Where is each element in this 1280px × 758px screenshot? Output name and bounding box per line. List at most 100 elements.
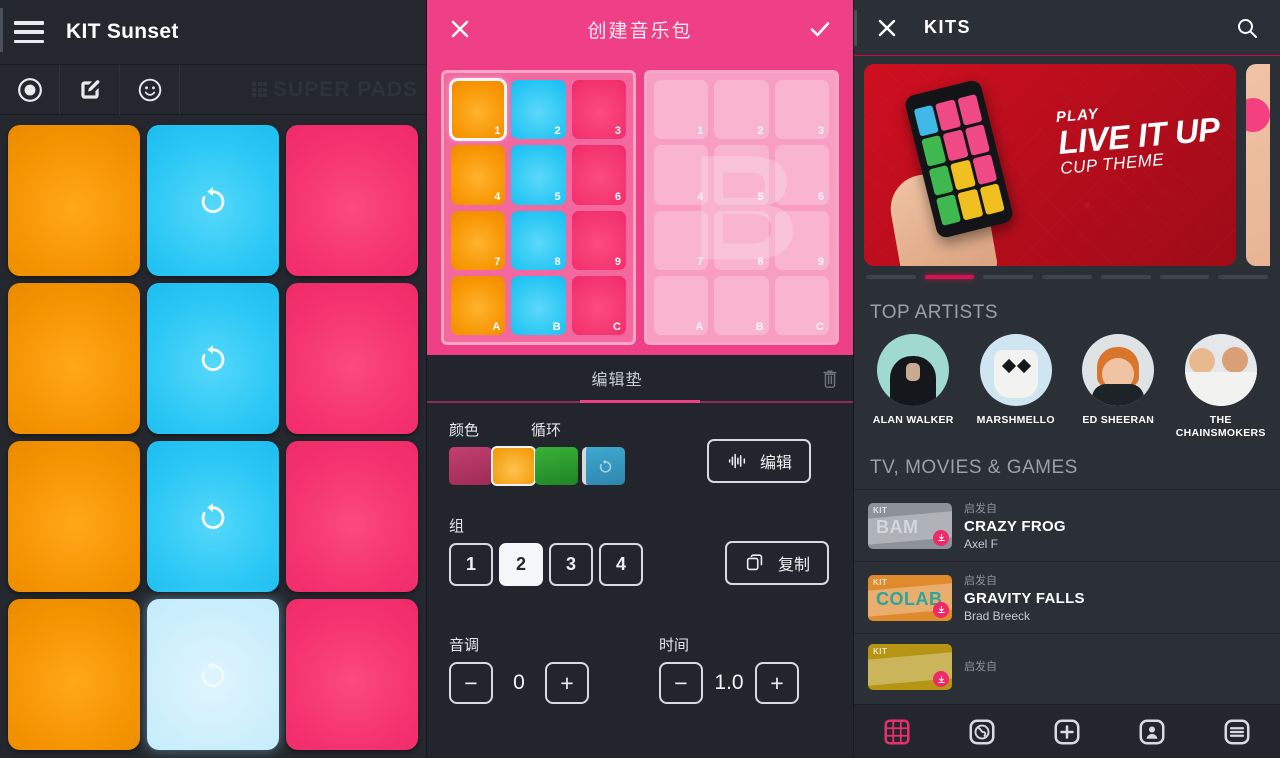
pad-B[interactable] xyxy=(147,599,279,750)
carousel-dot-3[interactable] xyxy=(983,275,1034,279)
pack-pad-b-3[interactable]: 3 xyxy=(774,80,829,140)
nav-list-menu-button[interactable] xyxy=(1217,714,1257,750)
pack-pad-number: 4 xyxy=(494,190,501,203)
group-button-4[interactable]: 4 xyxy=(599,543,643,586)
artist-card-2[interactable]: MARSHMELLO xyxy=(969,334,1063,439)
artist-name: THE CHAINSMOKERS xyxy=(1175,414,1266,439)
pad-1[interactable] xyxy=(8,125,140,276)
kit-list-item[interactable]: KIT 启发自 xyxy=(854,633,1280,700)
pad-3[interactable] xyxy=(286,125,418,276)
carousel-dot-6[interactable] xyxy=(1159,275,1210,279)
edit-sound-button[interactable]: 编辑 xyxy=(707,439,811,483)
pack-pad-number: 4 xyxy=(697,190,704,203)
color-swatch-green[interactable] xyxy=(535,447,578,485)
featured-banner[interactable]: PLAY LIVE IT UP CUP THEME xyxy=(864,64,1236,266)
pad-2[interactable] xyxy=(147,125,279,276)
pack-pad-b-2[interactable]: 2 xyxy=(714,80,769,140)
pack-pad-number: 3 xyxy=(817,125,824,138)
kit-list-item[interactable]: KIT COLAB 启发自 GRAVITY FALLS Brad Breeck xyxy=(854,561,1280,633)
pitch-stepper: − 0 + xyxy=(449,662,589,704)
pad-9[interactable] xyxy=(286,441,418,592)
pack-pad-b-4[interactable]: 4 xyxy=(654,145,709,205)
pack-pad-b-8[interactable]: 8 xyxy=(714,210,769,270)
edit-button[interactable] xyxy=(60,64,120,115)
pad-6[interactable] xyxy=(286,283,418,434)
artist-card-3[interactable]: ED SHEERAN xyxy=(1071,334,1165,439)
pitch-plus-button[interactable]: + xyxy=(545,662,589,704)
pack-pad-a-2[interactable]: 2 xyxy=(511,80,566,140)
group-button-3[interactable]: 3 xyxy=(549,543,593,586)
close-x-icon xyxy=(451,20,469,38)
kit-list-item[interactable]: KIT BAM 启发自 CRAZY FROG Axel F xyxy=(854,489,1280,561)
next-banner-peek[interactable] xyxy=(1246,64,1270,266)
nav-plus-button[interactable] xyxy=(1047,714,1087,750)
group-button-2[interactable]: 2 xyxy=(499,543,543,586)
artist-card-1[interactable]: ALAN WALKER xyxy=(866,334,960,439)
pad-C[interactable] xyxy=(286,599,418,750)
pad-5[interactable] xyxy=(147,283,279,434)
group-button-1[interactable]: 1 xyxy=(449,543,493,586)
close-button[interactable] xyxy=(445,14,475,44)
time-minus-button[interactable]: − xyxy=(659,662,703,704)
tab-edit-pad[interactable]: 编辑垫 xyxy=(427,366,807,390)
pack-pad-b-A[interactable]: A xyxy=(654,275,709,335)
pack-pad-b-1[interactable]: 1 xyxy=(654,80,709,140)
pack-pad-b-C[interactable]: C xyxy=(774,275,829,335)
pack-pad-b-6[interactable]: 6 xyxy=(774,145,829,205)
pad-A[interactable] xyxy=(8,599,140,750)
pitch-minus-button[interactable]: − xyxy=(449,662,493,704)
pack-pad-a-C[interactable]: C xyxy=(571,275,626,335)
nav-pads-grid-button[interactable] xyxy=(877,714,917,750)
pack-pad-b-5[interactable]: 5 xyxy=(714,145,769,205)
pack-pad-a-9[interactable]: 9 xyxy=(571,210,626,270)
carousel-dot-1[interactable] xyxy=(866,275,916,279)
record-button[interactable] xyxy=(0,64,60,115)
kits-close-button[interactable] xyxy=(872,13,902,43)
hamburger-menu-icon[interactable] xyxy=(14,21,44,43)
confirm-button[interactable] xyxy=(805,14,835,44)
pack-pad-number: 7 xyxy=(494,255,501,268)
pack-pad-a-3[interactable]: 3 xyxy=(571,80,626,140)
carousel-dot-4[interactable] xyxy=(1042,275,1092,279)
copy-label: 复制 xyxy=(777,557,810,574)
pack-pad-a-B[interactable]: B xyxy=(511,275,566,335)
delete-button[interactable] xyxy=(807,366,853,390)
pack-pad-b-7[interactable]: 7 xyxy=(654,210,709,270)
time-value: 1.0 xyxy=(714,671,744,694)
color-swatch-orange[interactable] xyxy=(491,446,536,486)
search-button[interactable] xyxy=(1232,13,1262,43)
pack-pad-number: 1 xyxy=(494,125,501,138)
pack-pad-a-1[interactable]: 1 xyxy=(448,77,508,142)
copy-button[interactable]: 复制 xyxy=(725,541,829,585)
pack-pad-a-A[interactable]: A xyxy=(451,275,506,335)
pack-pad-b-B[interactable]: B xyxy=(714,275,769,335)
pad-7[interactable] xyxy=(8,441,140,592)
carousel-dot-2[interactable] xyxy=(924,275,975,279)
pack-pad-a-4[interactable]: 4 xyxy=(451,145,506,205)
pack-pad-a-5[interactable]: 5 xyxy=(511,145,566,205)
pad-4[interactable] xyxy=(8,283,140,434)
nav-person-button[interactable] xyxy=(1132,714,1172,750)
pack-pad-number: B xyxy=(552,321,561,333)
emoji-button[interactable] xyxy=(120,64,180,115)
loop-toggle[interactable] xyxy=(582,447,625,485)
pack-pad-number: 7 xyxy=(697,255,704,268)
pack-pad-b-9[interactable]: 9 xyxy=(774,210,829,270)
pad-controls: 颜色 循环 编辑 组 1 2 3 4 复制 音调 − 0 + 时间 − 1.0 … xyxy=(427,403,853,758)
color-swatches xyxy=(449,446,625,486)
artist-card-4[interactable]: THE CHAINSMOKERS xyxy=(1174,334,1268,439)
carousel-dot-5[interactable] xyxy=(1100,275,1151,279)
record-icon xyxy=(17,77,42,102)
pack-pad-a-8[interactable]: 8 xyxy=(511,210,566,270)
nav-globe-button[interactable] xyxy=(962,714,1002,750)
kit-thumbnail: KIT COLAB xyxy=(868,574,952,621)
kits-list: KIT BAM 启发自 CRAZY FROG Axel F KIT COLAB 启发自 GRAV… xyxy=(854,489,1280,704)
pack-pad-a-6[interactable]: 6 xyxy=(571,145,626,205)
pack-pad-a-7[interactable]: 7 xyxy=(451,210,506,270)
loop-icon xyxy=(599,459,612,473)
pad-8[interactable] xyxy=(147,441,279,592)
kit-thumbnail: KIT BAM xyxy=(868,502,952,549)
color-swatch-magenta[interactable] xyxy=(449,447,492,485)
time-plus-button[interactable]: + xyxy=(755,662,799,704)
carousel-dot-7[interactable] xyxy=(1218,275,1269,279)
